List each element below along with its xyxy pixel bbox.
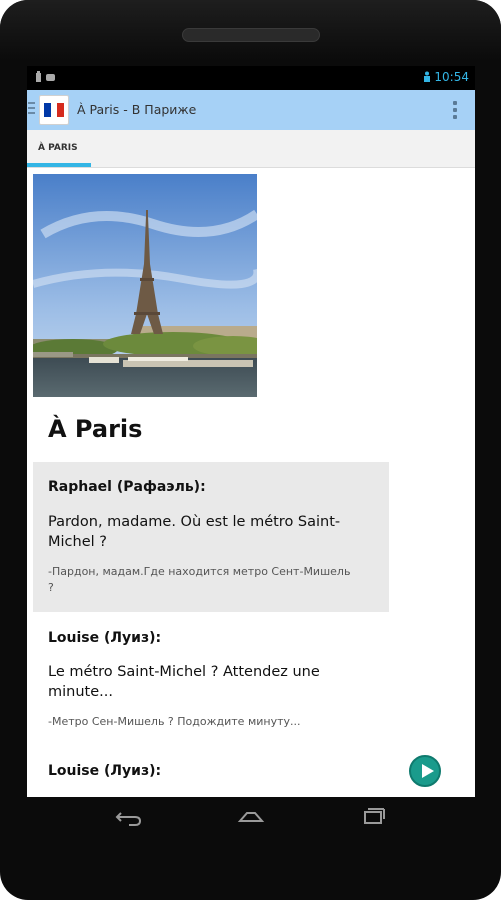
french-text: Le métro Saint-Michel ? Attendez une min…: [48, 664, 320, 700]
recent-apps-icon[interactable]: [353, 805, 393, 829]
home-icon[interactable]: [231, 805, 271, 829]
tab-a-paris[interactable]: À PARIS: [27, 130, 91, 167]
speaker-name: Louise (Луиз):: [48, 763, 162, 779]
tab-selected-indicator: [27, 163, 91, 167]
speaker-name: Louise (Луиз):: [48, 630, 162, 646]
status-right: 10:54: [423, 70, 469, 84]
tab-label: À PARIS: [38, 143, 78, 153]
dialogue-line-2[interactable]: Louise (Луиз): Le métro Saint-Michel ? A…: [33, 612, 389, 742]
drawer-indicator-icon[interactable]: [28, 102, 36, 116]
dialogue-line-3[interactable]: Louise (Луиз):: [33, 746, 389, 796]
russian-translation: -Метро Сен-Мишель ? Подождите минуту...: [48, 715, 301, 728]
earpiece-speaker: [182, 28, 320, 42]
french-flag-icon[interactable]: [39, 95, 69, 125]
speaker-name: Raphael (Рафаэль):: [48, 479, 206, 495]
lesson-heading: À Paris: [48, 415, 143, 443]
tab-bar: À PARIS: [27, 130, 475, 168]
play-icon[interactable]: [409, 755, 441, 787]
lesson-content[interactable]: À Paris Raphael (Рафаэль): Pardon, madam…: [27, 168, 475, 797]
french-text: Pardon, madame. Où est le métro Saint-Mi…: [48, 514, 341, 550]
person-icon: [423, 71, 430, 82]
status-bar: 10:54: [27, 66, 475, 90]
notification-icon: [36, 71, 55, 82]
device-frame: 10:54 À Paris - В Париже À PARIS À Paris…: [0, 0, 501, 900]
action-bar-title: À Paris - В Париже: [77, 102, 197, 117]
dialogue-line-1[interactable]: Raphael (Рафаэль): Pardon, madame. Où es…: [33, 462, 389, 612]
navigation-bar: [27, 797, 475, 837]
back-icon[interactable]: [109, 805, 149, 829]
overflow-menu-icon[interactable]: [453, 101, 457, 119]
screen: 10:54 À Paris - В Париже À PARIS À Paris…: [27, 66, 475, 797]
russian-translation: -Пардон, мадам.Где находится метро Сент-…: [48, 565, 351, 594]
status-time: 10:54: [434, 70, 469, 84]
eiffel-tower-photo: [33, 174, 257, 397]
notification-icons: [35, 71, 65, 86]
action-bar: À Paris - В Париже: [27, 90, 475, 130]
